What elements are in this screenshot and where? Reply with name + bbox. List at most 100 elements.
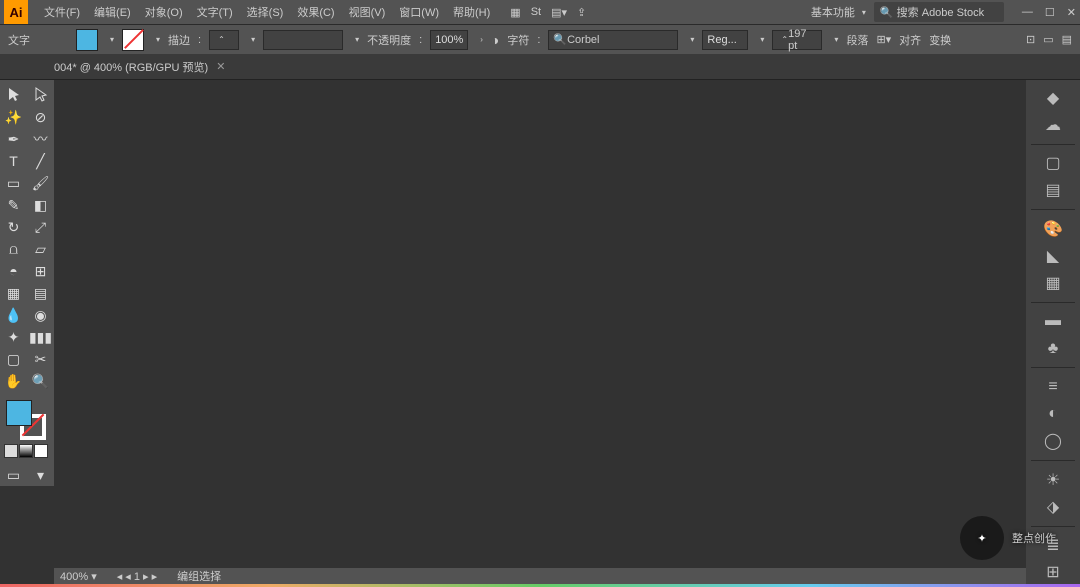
selection-tool[interactable]	[0, 84, 27, 106]
align-label[interactable]: 对齐	[899, 32, 921, 48]
font-family-field[interactable]: 🔍 Corbel	[548, 30, 678, 50]
main-menu: 文件(F) 编辑(E) 对象(O) 文字(T) 选择(S) 效果(C) 视图(V…	[38, 1, 496, 23]
scale-tool[interactable]: ⤢	[27, 216, 54, 238]
color-mode-icon[interactable]	[4, 444, 18, 458]
menu-help[interactable]: 帮助(H)	[447, 1, 496, 23]
gradient-tool[interactable]: ▤	[27, 282, 54, 304]
font-size-field[interactable]: ⌃ 197 pt	[772, 30, 822, 50]
properties-panel-icon[interactable]: ◆	[1040, 86, 1066, 109]
gradient-mode-icon[interactable]	[19, 444, 33, 458]
stock-icon[interactable]: St	[531, 6, 541, 19]
brushes-panel-icon[interactable]: ▬	[1040, 310, 1066, 333]
tab-close-icon[interactable]: ✕	[216, 60, 225, 73]
align-panel-icon[interactable]: ⊞▾	[876, 33, 891, 46]
zoom-level-field[interactable]: 400% ▾	[60, 570, 97, 583]
arrange-docs-icon[interactable]: ▤▾	[551, 6, 567, 19]
draw-mode-normal[interactable]: ▭	[0, 464, 27, 486]
color-panel-icon[interactable]: 🎨	[1040, 217, 1066, 240]
transparency-panel-icon[interactable]: ◯	[1040, 430, 1066, 453]
color-guide-icon[interactable]: ◣	[1040, 244, 1066, 267]
shape-builder-tool[interactable]: ◓	[0, 260, 27, 282]
rotate-tool[interactable]: ↻	[0, 216, 27, 238]
fill-color-box[interactable]	[6, 400, 32, 426]
gradient-panel-icon[interactable]: ◐	[1040, 403, 1066, 426]
maximize-icon[interactable]: ☐	[1045, 6, 1055, 19]
stroke-panel-icon[interactable]: ≡	[1040, 375, 1066, 398]
char-panel-label[interactable]: 字符	[507, 32, 529, 48]
isolate-icon[interactable]: ⊡	[1026, 33, 1035, 46]
paragraph-label[interactable]: 段落	[846, 32, 868, 48]
type-tool[interactable]: T	[0, 150, 27, 172]
close-icon[interactable]: ✕	[1067, 6, 1076, 19]
menu-select[interactable]: 选择(S)	[241, 1, 290, 23]
menu-file[interactable]: 文件(F)	[38, 1, 86, 23]
swatches-panel-icon[interactable]: ▦	[1040, 272, 1066, 295]
opacity-field[interactable]: 100%	[430, 30, 468, 50]
fill-swatch[interactable]	[76, 29, 98, 51]
mesh-tool[interactable]: ▦	[0, 282, 27, 304]
blend-tool[interactable]: ◉	[27, 304, 54, 326]
tools-panel: ✨⊘ ✒〰 T╱ ▭🖌 ✎◧ ↻⤢ ⩍▱ ◓⊞ ▦▤ 💧◉ ✦▮▮▮ ▢✂ ✋🔍…	[0, 80, 54, 486]
workspace-label: 基本功能	[811, 4, 855, 20]
workspace-switcher[interactable]: 基本功能▾	[811, 4, 866, 20]
graph-tool[interactable]: ▮▮▮	[27, 326, 54, 348]
eyedropper-tool[interactable]: 💧	[0, 304, 27, 326]
watermark-avatar-icon: ✦	[960, 516, 1004, 560]
direct-selection-tool[interactable]	[27, 84, 54, 106]
artboard-nav[interactable]: ◂ ◂ 1 ▸ ▸	[117, 570, 157, 583]
brush-field[interactable]	[263, 30, 343, 50]
font-style-field[interactable]: Reg...	[702, 30, 748, 50]
watermark: ✦ 整点创作	[960, 516, 1056, 560]
fill-stroke-control[interactable]	[6, 400, 46, 440]
fill-dropdown-icon[interactable]: ▾	[110, 35, 114, 44]
symbol-sprayer-tool[interactable]: ✦	[0, 326, 27, 348]
stroke-dropdown-icon[interactable]: ▾	[156, 35, 160, 44]
transform-label[interactable]: 变换	[929, 32, 951, 48]
font-size-value: 197 pt	[788, 28, 817, 52]
panel-menu-icon[interactable]: ▤	[1062, 33, 1072, 46]
stroke-weight-field[interactable]: ⌃	[209, 30, 239, 50]
rectangle-tool[interactable]: ▭	[0, 172, 27, 194]
menu-edit[interactable]: 编辑(E)	[88, 1, 137, 23]
pen-tool[interactable]: ✒	[0, 128, 27, 150]
shaper-tool[interactable]: ✎	[0, 194, 27, 216]
appearance-panel-icon[interactable]: ☀	[1040, 468, 1066, 491]
menu-view[interactable]: 视图(V)	[343, 1, 392, 23]
eraser-tool[interactable]: ◧	[27, 194, 54, 216]
menu-type[interactable]: 文字(T)	[191, 1, 239, 23]
align-panel-icon2[interactable]: ⊞	[1040, 561, 1066, 584]
hand-tool[interactable]: ✋	[0, 370, 27, 392]
opacity-chevron-icon[interactable]: ›	[480, 35, 483, 44]
document-tab[interactable]: 004* @ 400% (RGB/GPU 预览) ✕	[54, 59, 225, 75]
edit-icon[interactable]: ▭	[1043, 33, 1053, 46]
asset-export-icon[interactable]: ▤	[1040, 179, 1066, 202]
none-mode-icon[interactable]	[34, 444, 48, 458]
watermark-text: 整点创作	[1012, 530, 1056, 546]
line-tool[interactable]: ╱	[27, 150, 54, 172]
slice-tool[interactable]: ✂	[27, 348, 54, 370]
artboards-panel-icon[interactable]: ▢	[1040, 151, 1066, 174]
menu-object[interactable]: 对象(O)	[139, 1, 189, 23]
perspective-tool[interactable]: ⊞	[27, 260, 54, 282]
width-tool[interactable]: ⩍	[0, 238, 27, 260]
menu-window[interactable]: 窗口(W)	[393, 1, 445, 23]
bridge-icon[interactable]: ▦	[510, 6, 520, 19]
search-stock-field[interactable]: 🔍 搜索 Adobe Stock	[874, 2, 1004, 22]
recolor-icon[interactable]: ◑	[491, 32, 499, 48]
artboard-tool[interactable]: ▢	[0, 348, 27, 370]
lasso-tool[interactable]: ⊘	[27, 106, 54, 128]
magic-wand-tool[interactable]: ✨	[0, 106, 27, 128]
libraries-panel-icon[interactable]: ☁	[1040, 113, 1066, 136]
document-tab-title: 004* @ 400% (RGB/GPU 预览)	[54, 59, 208, 75]
free-transform-tool[interactable]: ▱	[27, 238, 54, 260]
screen-mode[interactable]: ▾	[27, 464, 54, 486]
curvature-tool[interactable]: 〰	[27, 128, 54, 150]
gpu-icon[interactable]: ⇪	[577, 6, 586, 19]
stroke-swatch[interactable]	[122, 29, 144, 51]
zoom-tool[interactable]: 🔍	[27, 370, 54, 392]
paintbrush-tool[interactable]: 🖌	[27, 172, 54, 194]
minimize-icon[interactable]: —	[1022, 6, 1033, 19]
menu-effect[interactable]: 效果(C)	[291, 1, 340, 23]
document-tab-bar: 004* @ 400% (RGB/GPU 预览) ✕	[0, 54, 1080, 80]
symbols-panel-icon[interactable]: ♣	[1040, 337, 1066, 360]
